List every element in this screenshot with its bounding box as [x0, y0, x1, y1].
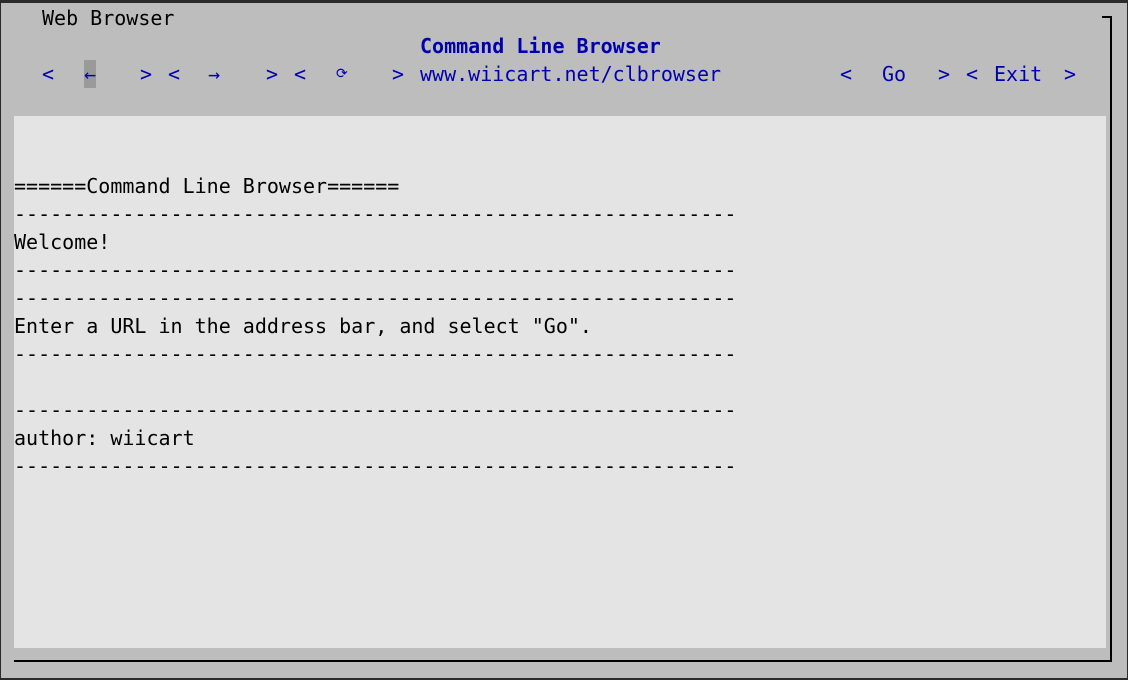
- separator: ----------------------------------------…: [14, 398, 737, 422]
- forward-button-open[interactable]: <: [168, 60, 180, 88]
- instruction-text: Enter a URL in the address bar, and sele…: [14, 314, 592, 338]
- reload-icon[interactable]: ⟳: [336, 60, 348, 88]
- dialog-frame-bottom: [14, 660, 1112, 662]
- window-title: Web Browser: [42, 6, 175, 30]
- address-bar-input[interactable]: www.wiicart.net/clbrowser: [420, 60, 721, 88]
- separator: ----------------------------------------…: [14, 454, 737, 478]
- separator: ----------------------------------------…: [14, 258, 737, 282]
- separator: ----------------------------------------…: [14, 202, 737, 226]
- toolbar: < ← > < → > < ⟳ > www.wiicart.net/clbrow…: [0, 60, 1126, 88]
- forward-arrow-icon[interactable]: →: [208, 60, 220, 88]
- separator: ----------------------------------------…: [14, 286, 737, 310]
- back-arrow-icon[interactable]: ←: [84, 60, 97, 88]
- back-button-close[interactable]: >: [140, 60, 152, 88]
- author-text: author: wiicart: [14, 426, 195, 450]
- forward-button-close[interactable]: >: [266, 60, 278, 88]
- exit-button-open[interactable]: <: [966, 60, 978, 88]
- back-button-open[interactable]: <: [42, 60, 54, 88]
- welcome-text: Welcome!: [14, 230, 111, 254]
- browser-title: Command Line Browser: [420, 34, 661, 58]
- reload-button-close[interactable]: >: [392, 60, 404, 88]
- go-button-open[interactable]: <: [840, 60, 852, 88]
- reload-button-open[interactable]: <: [294, 60, 306, 88]
- go-button-close[interactable]: >: [938, 60, 950, 88]
- page-content: ======Command Line Browser====== -------…: [14, 116, 1106, 648]
- separator: ----------------------------------------…: [14, 342, 737, 366]
- go-button[interactable]: Go: [882, 60, 906, 88]
- exit-button[interactable]: Exit: [994, 60, 1042, 88]
- exit-button-close[interactable]: >: [1064, 60, 1076, 88]
- dialog-frame-right: [1110, 16, 1112, 662]
- page-heading: ======Command Line Browser======: [14, 174, 400, 198]
